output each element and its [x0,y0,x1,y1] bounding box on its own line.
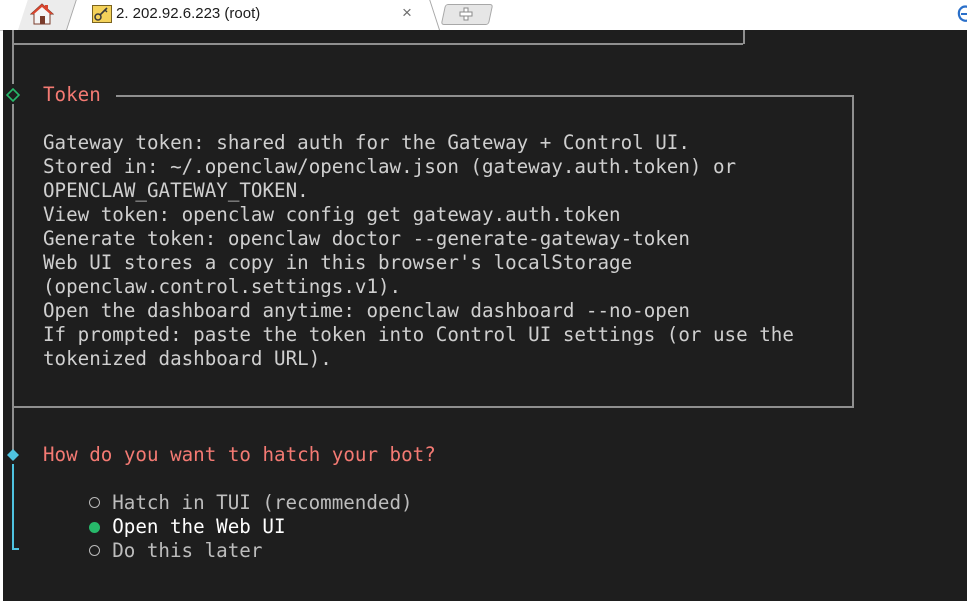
prompt-rail [12,464,14,549]
note-line: Stored in: ~/.openclaw/openclaw.json (ga… [43,155,737,178]
session-tab[interactable]: 2. 202.92.6.223 (root) × [76,0,428,30]
key-icon [92,5,112,23]
radio-unselected-icon [89,545,101,556]
tab-bar: 2. 202.92.6.223 (root) × [0,0,967,31]
step-done-diamond-icon [6,88,20,102]
session-tab-title: 2. 202.92.6.223 (root) [116,5,261,22]
note-box-bottom-border [12,406,854,408]
gutter-line [12,104,14,452]
prev-box-right-border [743,30,745,44]
note-box-right-border [852,95,854,406]
home-icon[interactable] [30,3,54,25]
note-line: Gateway token: shared auth for the Gatew… [43,131,690,154]
note-line: Generate token: openclaw doctor --genera… [43,227,690,250]
option-label: Do this later [112,539,263,562]
note-line: View token: openclaw config get gateway.… [43,203,621,226]
note-line: If prompted: paste the token into Contro… [43,323,794,346]
note-line: Open the dashboard anytime: openclaw das… [43,299,690,322]
note-line: (openclaw.control.settings.v1). [43,275,402,298]
prev-box-bottom-border [12,43,743,45]
note-line: Web UI stores a copy in this browser's l… [43,251,633,274]
close-icon[interactable]: × [402,3,412,23]
plus-icon[interactable] [458,6,474,22]
prompt-rail-end [12,548,19,550]
terminal-view[interactable]: Token Gateway token: shared auth for the… [3,30,967,601]
browser-icon[interactable] [956,3,967,25]
prompt-question: How do you want to hatch your bot? [43,443,436,466]
note-box-top-border [116,95,853,97]
note-box-title: Token [43,83,101,106]
note-line: tokenized dashboard URL). [43,347,332,370]
step-active-diamond-icon [7,449,19,461]
option-do-this-later[interactable]: Do this later [43,515,262,587]
gutter-line [12,30,14,84]
note-line: OPENCLAW_GATEWAY_TOKEN. [43,179,309,202]
